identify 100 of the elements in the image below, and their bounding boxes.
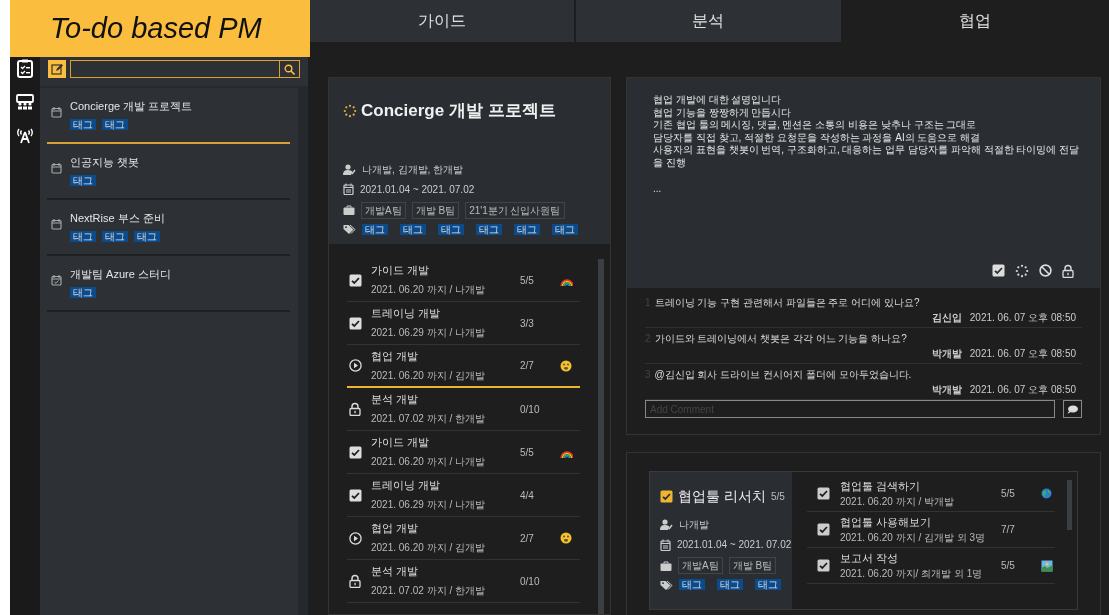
task-due: 2021. 07.02 까지 / 한개발: [371, 412, 486, 426]
task-count: 5/5: [520, 273, 535, 288]
scrollbar[interactable]: [1067, 480, 1072, 530]
search-field[interactable]: [70, 60, 280, 78]
project-item[interactable]: 인공지능 챗봇 태그: [47, 144, 290, 200]
checked-box-icon: [349, 445, 362, 459]
task-title: 트레이닝 개발: [371, 306, 442, 321]
ellipsis-text: ...: [653, 182, 663, 196]
tag: 태그: [102, 119, 128, 130]
team-label: 개발 B팀: [728, 557, 777, 574]
tag: 태그: [70, 287, 96, 298]
project-title: 개발팀 Azure 스터디: [70, 267, 171, 282]
face-icon: [560, 532, 572, 544]
task-count: 5/5: [1001, 487, 1016, 501]
calendar-icon: [660, 538, 671, 551]
user-edit-icon: [660, 519, 673, 530]
meta-text: 나개발: [679, 518, 709, 532]
scrollbar-track[interactable]: [298, 88, 308, 615]
project-item[interactable]: Concierge 개발 프로젝트 태그 태그: [47, 88, 290, 144]
task-title: 협업툴 검색하기: [840, 478, 922, 494]
ban-icon: [1039, 264, 1052, 277]
task-title: 협업툴 사용해보기: [840, 514, 933, 530]
calendar-icon: [51, 218, 62, 230]
check-button[interactable]: [992, 264, 1005, 278]
task-count: 5/5: [520, 445, 535, 460]
comment-text: @김신입 회사 드라이브 컨시어지 폴더에 모아두었습니다.: [654, 368, 912, 382]
block-button[interactable]: [1039, 264, 1052, 278]
task-count: 0/10: [520, 402, 541, 417]
checkbox[interactable]: [660, 490, 673, 503]
task-count: 0/10: [520, 574, 541, 589]
comment-author: 박개발: [931, 347, 962, 361]
edit-button[interactable]: [48, 60, 66, 78]
tag: 태그: [476, 223, 502, 235]
task-row[interactable]: 가이드 개발 2021. 06.20 까지 / 나개발 5/5: [347, 259, 580, 302]
task-row[interactable]: 트레이닝 개발 2021. 06.29 까지 / 나개발 3/3: [347, 302, 580, 345]
user-edit-icon: [343, 163, 356, 175]
task-count: 2/7: [520, 531, 535, 546]
tab[interactable]: 분석: [576, 0, 843, 42]
task-due: 2021. 06.20 까지 / 김개발 외 3명: [840, 530, 987, 545]
checkbox[interactable]: [817, 523, 830, 536]
lock-icon: [1062, 264, 1074, 278]
clipboard-checklist-icon[interactable]: [17, 59, 33, 78]
team-label: 21'1분기 신입사원팀: [465, 201, 565, 219]
speech-bubble-icon: [1067, 404, 1078, 414]
task-due: 2021. 06.29 까지 / 나개발: [371, 326, 486, 340]
search-button[interactable]: [280, 60, 300, 78]
task-row[interactable]: 가이드 개발 2021. 06.20 까지 / 나개발 5/5: [347, 431, 580, 474]
tag: 태그: [552, 223, 578, 235]
checkbox-icon: [992, 264, 1005, 277]
tab[interactable]: 가이드: [310, 0, 577, 42]
spinner-icon: [343, 103, 357, 118]
project-item[interactable]: NextRise 부스 준비 태그 태그 태그: [47, 200, 290, 256]
task-count: 7/7: [1001, 523, 1016, 537]
task-title: 보고서 작성: [840, 550, 900, 566]
checked-box-icon: [349, 316, 362, 330]
comment-time: 2021. 06. 07 오후 08:50: [969, 383, 1076, 397]
calendar-icon: [51, 106, 62, 118]
checkbox[interactable]: [817, 559, 830, 572]
task-title: 트레이닝 개발: [371, 478, 442, 493]
calendar-icon: [51, 162, 62, 174]
send-button[interactable]: [1063, 400, 1082, 418]
tag: 태그: [70, 231, 96, 242]
team-label: 개발A팀: [361, 201, 406, 219]
task-due: 2021. 06.20 까지 / 김개발: [371, 541, 486, 555]
tag: 태그: [514, 223, 540, 235]
description-line: 담당자를 직접 찾고, 적절한 요청문을 작성하는 과정을 AI의 도움으로 해결: [653, 131, 982, 144]
comment-author: 박개발: [931, 383, 962, 397]
people-group-icon[interactable]: [16, 94, 34, 110]
tag: 태그: [755, 579, 781, 590]
project-title: Concierge 개발 프로젝트: [361, 100, 556, 122]
task-row[interactable]: 분석 개발 2021. 07.02 까지 / 한개발 0/10: [347, 560, 580, 603]
task-row[interactable]: 협업 개발 2021. 06.20 까지 / 김개발 2/7: [347, 517, 580, 560]
project-item[interactable]: 개발팀 Azure 스터디 태그: [47, 256, 290, 312]
subproject-title: 협업툴 리서치: [678, 487, 766, 506]
progress-button[interactable]: [1015, 264, 1029, 278]
task-due: 2021. 06.20 까지 / 김개발: [371, 368, 486, 383]
lock-button[interactable]: [1062, 264, 1074, 278]
tags-icon: [660, 579, 673, 590]
task-count: 2/7: [520, 359, 535, 373]
play-circle-icon: [349, 531, 362, 545]
project-title: NextRise 부스 준비: [70, 211, 166, 226]
meta-text: 나개발, 김개발, 한개발: [362, 162, 464, 177]
checked-box-icon: [349, 273, 362, 287]
checkbox[interactable]: [817, 487, 830, 500]
comment-text: 가이드와 트레이닝에서 챗봇은 각각 어느 기능을 하나요?: [654, 332, 907, 346]
task-row[interactable]: 트레이닝 개발 2021. 06.29 까지 / 나개발 4/4: [347, 474, 580, 517]
project-title: 인공지능 챗봇: [70, 155, 140, 170]
antenna-icon[interactable]: [15, 126, 35, 144]
task-row[interactable]: 협업 개발 2021. 06.20 까지 / 김개발 2/7: [347, 345, 580, 388]
description-line: 기존 협업 툴의 메시징, 댓글, 멘션은 소통의 비용은 낮추나 구조는 그대로: [653, 119, 978, 132]
spinner-icon: [1015, 264, 1029, 278]
task-due: 2021. 06.20 까지 / 박개발: [840, 494, 955, 509]
comment-time: 2021. 06. 07 오후 08:50: [969, 347, 1076, 361]
task-due: 2021. 06.20 까지/ 최개발 외 1명: [840, 566, 984, 581]
scrollbar[interactable]: [598, 259, 604, 614]
tag: 태그: [438, 223, 464, 235]
team-label: 개발A팀: [678, 557, 723, 574]
task-row[interactable]: 분석 개발 2021. 07.02 까지 / 한개발 0/10: [347, 388, 580, 431]
task-count: 4/4: [520, 488, 535, 503]
task-title: 협업 개발: [371, 521, 420, 536]
